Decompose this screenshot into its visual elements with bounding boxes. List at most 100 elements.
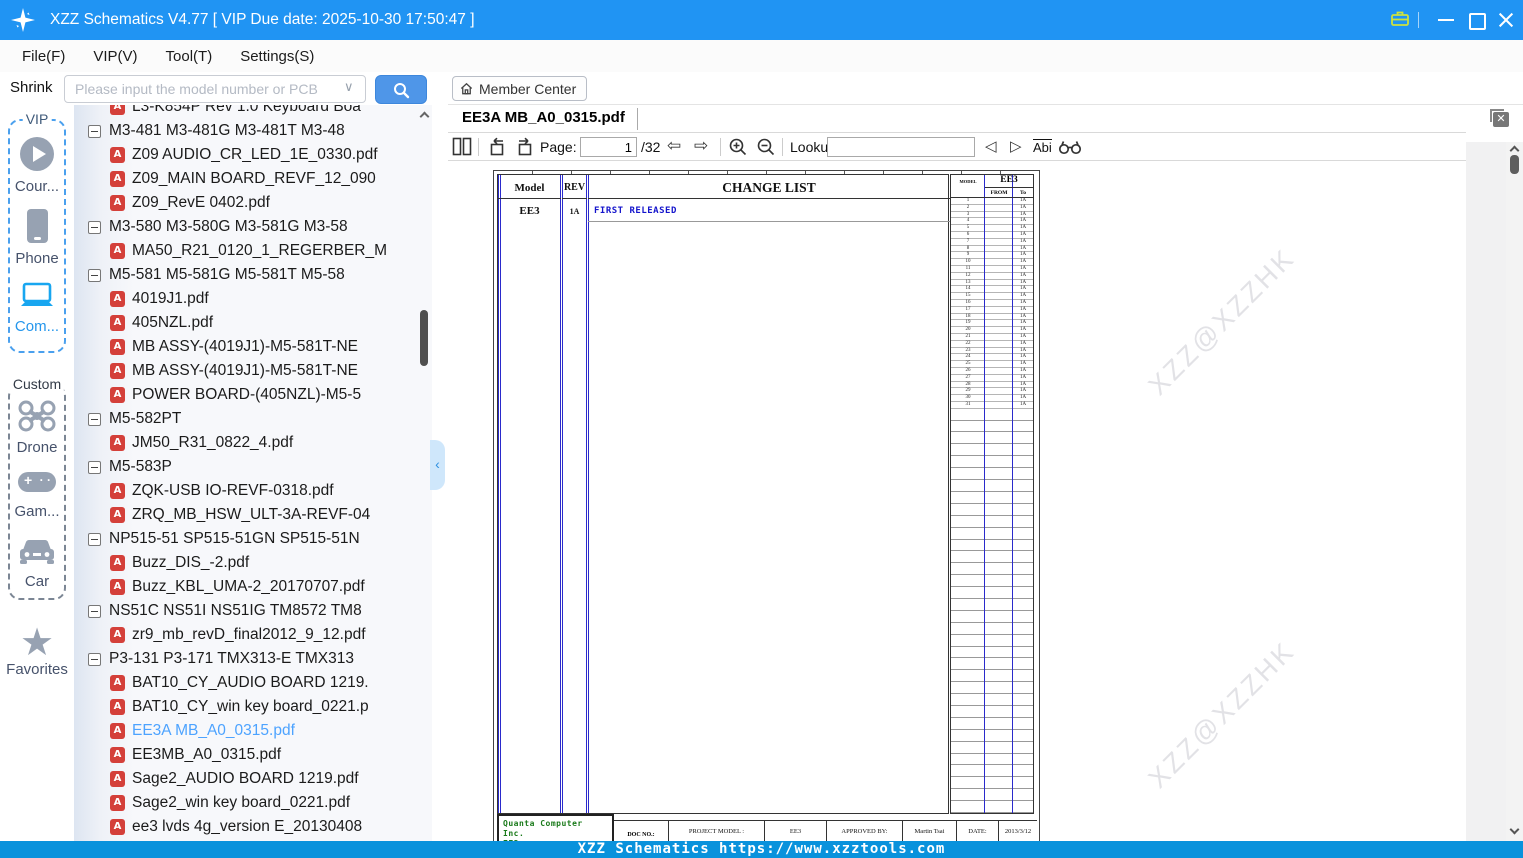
close-document-icon[interactable]: ✕ xyxy=(1490,109,1510,128)
page-number-input[interactable] xyxy=(580,137,637,157)
tree-file-row[interactable]: Z09_RevE 0402.pdf xyxy=(74,191,432,215)
tree-file-row[interactable]: EE3A MB_A0_0315.pdf xyxy=(74,719,432,743)
search-button[interactable] xyxy=(375,75,427,104)
scroll-down-icon[interactable] xyxy=(1509,824,1520,835)
document-tab[interactable]: EE3A MB_A0_0315.pdf xyxy=(462,109,625,126)
tree-file-row[interactable]: POWER BOARD-(405NZL)-M5-5 xyxy=(74,383,432,407)
tree-file-row[interactable]: MA50_R21_0120_1_REGERBER_M xyxy=(74,239,432,263)
binoculars-icon[interactable] xyxy=(1058,140,1082,160)
menu-vipv[interactable]: VIP(V) xyxy=(87,46,143,67)
category-sidebar: VIP Cour... Phone Com... Custom Drone + … xyxy=(0,105,74,842)
member-center-button[interactable]: Member Center xyxy=(452,76,588,101)
revision-cell xyxy=(1013,777,1033,788)
rotate-left-icon[interactable] xyxy=(486,137,508,162)
revision-cell: 1A xyxy=(1019,340,1027,346)
collapse-panel-handle[interactable]: ‹ xyxy=(430,440,445,490)
two-page-view-icon[interactable] xyxy=(452,137,472,161)
previous-page-icon[interactable]: ⇦ xyxy=(667,136,681,156)
sidebar-item-drone[interactable]: Drone xyxy=(10,400,64,456)
tree-group-row[interactable]: M5-583P xyxy=(74,455,432,479)
pdf-canvas[interactable]: XZZ@XZZHK XZZ@XZZHK XZZ@XZZHK XZZ@XZZHK … xyxy=(448,161,1466,841)
viewer-scrollbar[interactable] xyxy=(1506,142,1523,841)
revision-row: 15 1A xyxy=(951,293,1033,300)
maximize-button[interactable] xyxy=(1461,0,1491,40)
collapse-icon[interactable] xyxy=(88,460,101,474)
tree-file-row[interactable]: 405NZL.pdf xyxy=(74,311,432,335)
pdf-icon xyxy=(110,699,125,715)
tree-group-row[interactable]: M5-582PT xyxy=(74,407,432,431)
menu-filef[interactable]: File(F) xyxy=(16,46,71,67)
tree-file-row[interactable]: MB ASSY-(4019J1)-M5-581T-NE xyxy=(74,359,432,383)
revision-cell xyxy=(985,730,1013,741)
revision-cell xyxy=(985,670,1013,681)
find-previous-icon[interactable]: ◁ xyxy=(985,137,997,155)
find-next-icon[interactable]: ▷ xyxy=(1010,137,1022,155)
viewer-scrollbar-thumb[interactable] xyxy=(1510,155,1519,174)
tree-group-row[interactable]: NP515-51 SP515-51GN SP515-51N xyxy=(74,527,432,551)
scroll-up-icon[interactable] xyxy=(419,111,430,122)
rotate-right-icon[interactable] xyxy=(514,137,536,162)
collapse-icon[interactable] xyxy=(88,532,101,546)
tree-file-row[interactable]: Z09_MAIN BOARD_REVF_12_090 xyxy=(74,167,432,191)
tree-group-row[interactable]: P3-131 P3-171 TMX313-E TMX313 xyxy=(74,647,432,671)
tree-file-row[interactable]: Buzz_DIS_-2.pdf xyxy=(74,551,432,575)
tree-file-row[interactable]: MB ASSY-(4019J1)-M5-581T-NE xyxy=(74,335,432,359)
sidebar-item-course[interactable]: Cour... xyxy=(10,137,64,195)
sidebar-item-car[interactable]: Car xyxy=(10,536,64,590)
minimize-button[interactable] xyxy=(1431,0,1461,40)
tree-file-row[interactable]: Sage2_AUDIO BOARD 1219.pdf xyxy=(74,767,432,791)
match-case-toggle[interactable]: Abi xyxy=(1033,139,1052,155)
collapse-icon[interactable] xyxy=(88,604,101,618)
tree-scrollbar-thumb[interactable] xyxy=(420,310,428,366)
sidebar-item-computer[interactable]: Com... xyxy=(10,281,64,335)
tree-file-row[interactable]: EE3MB_A0_0315.pdf xyxy=(74,743,432,767)
tree-file-row[interactable]: ee3 lvds 4g_version E_20130408 xyxy=(74,815,432,839)
tree-scrollbar[interactable] xyxy=(419,105,430,842)
collapse-icon[interactable] xyxy=(88,220,101,234)
sidebar-item-game[interactable]: Gam... xyxy=(10,472,64,520)
tree-group-row[interactable]: M3-481 M3-481G M3-481T M3-48 xyxy=(74,119,432,143)
menu-toolt[interactable]: Tool(T) xyxy=(160,46,219,67)
tree-file-row[interactable]: 4019J1.pdf xyxy=(74,287,432,311)
menu-settingss[interactable]: Settings(S) xyxy=(234,46,320,67)
collapse-icon[interactable] xyxy=(88,412,101,426)
pdf-icon xyxy=(110,147,125,163)
close-button[interactable] xyxy=(1491,0,1521,40)
collapse-icon[interactable] xyxy=(88,652,101,666)
watermark: XZZ@XZZHK xyxy=(1142,635,1301,794)
tree-file-row[interactable]: JM50_R31_0822_4.pdf xyxy=(74,431,432,455)
tree-file-row[interactable]: ZRQ_MB_HSW_ULT-3A-REVF-04 xyxy=(74,503,432,527)
tree-file-row[interactable]: Buzz_KBL_UMA-2_20170707.pdf xyxy=(74,575,432,599)
revision-cell: 1A xyxy=(1019,272,1027,278)
revision-row xyxy=(951,789,1033,802)
vip-briefcase-icon[interactable] xyxy=(1389,8,1411,35)
tree-file-row[interactable]: BAT10_CY_win key board_0221.p xyxy=(74,695,432,719)
collapse-icon[interactable] xyxy=(88,124,101,138)
tree-item-label: Z09_RevE 0402.pdf xyxy=(132,194,270,211)
shrink-button[interactable]: Shrink xyxy=(8,77,55,98)
tree-item-label: Z09 AUDIO_CR_LED_1E_0330.pdf xyxy=(132,146,378,163)
collapse-icon[interactable] xyxy=(88,268,101,282)
revision-cell: 1A xyxy=(1019,211,1027,217)
sidebar-item-favorites[interactable]: ★ Favorites xyxy=(2,624,72,678)
revision-row: 24 1A xyxy=(951,354,1033,362)
tree-file-row[interactable]: Z09 AUDIO_CR_LED_1E_0330.pdf xyxy=(74,143,432,167)
revision-row xyxy=(951,706,1033,718)
tree-file-row[interactable]: ZQK-USB IO-REVF-0318.pdf xyxy=(74,479,432,503)
tree-group-row[interactable]: NS51C NS51I NS51IG TM8572 TM8 xyxy=(74,599,432,623)
pdf-icon xyxy=(110,105,125,115)
zoom-in-icon[interactable] xyxy=(728,137,748,162)
zoom-out-icon[interactable] xyxy=(756,137,776,162)
tree-file-row[interactable]: zr9_mb_revD_final2012_9_12.pdf xyxy=(74,623,432,647)
chevron-down-icon[interactable]: ∨ xyxy=(344,79,354,95)
tree-file-row[interactable]: BAT10_CY_AUDIO BOARD 1219. xyxy=(74,671,432,695)
tree-group-row[interactable]: M5-581 M5-581G M5-581T M5-58 xyxy=(74,263,432,287)
tree-group-row[interactable]: M3-580 M3-580G M3-581G M3-58 xyxy=(74,215,432,239)
next-page-icon[interactable]: ⇨ xyxy=(694,136,708,156)
lookup-input[interactable] xyxy=(827,137,975,157)
tree-file-row[interactable]: L3-K854P Rev 1.0 Keyboard Boa xyxy=(74,105,432,119)
scroll-up-icon[interactable] xyxy=(1509,145,1520,156)
sidebar-item-phone[interactable]: Phone xyxy=(10,209,64,267)
tree-file-row[interactable]: Sage2_win key board_0221.pdf xyxy=(74,791,432,815)
model-search-input[interactable] xyxy=(64,75,366,103)
